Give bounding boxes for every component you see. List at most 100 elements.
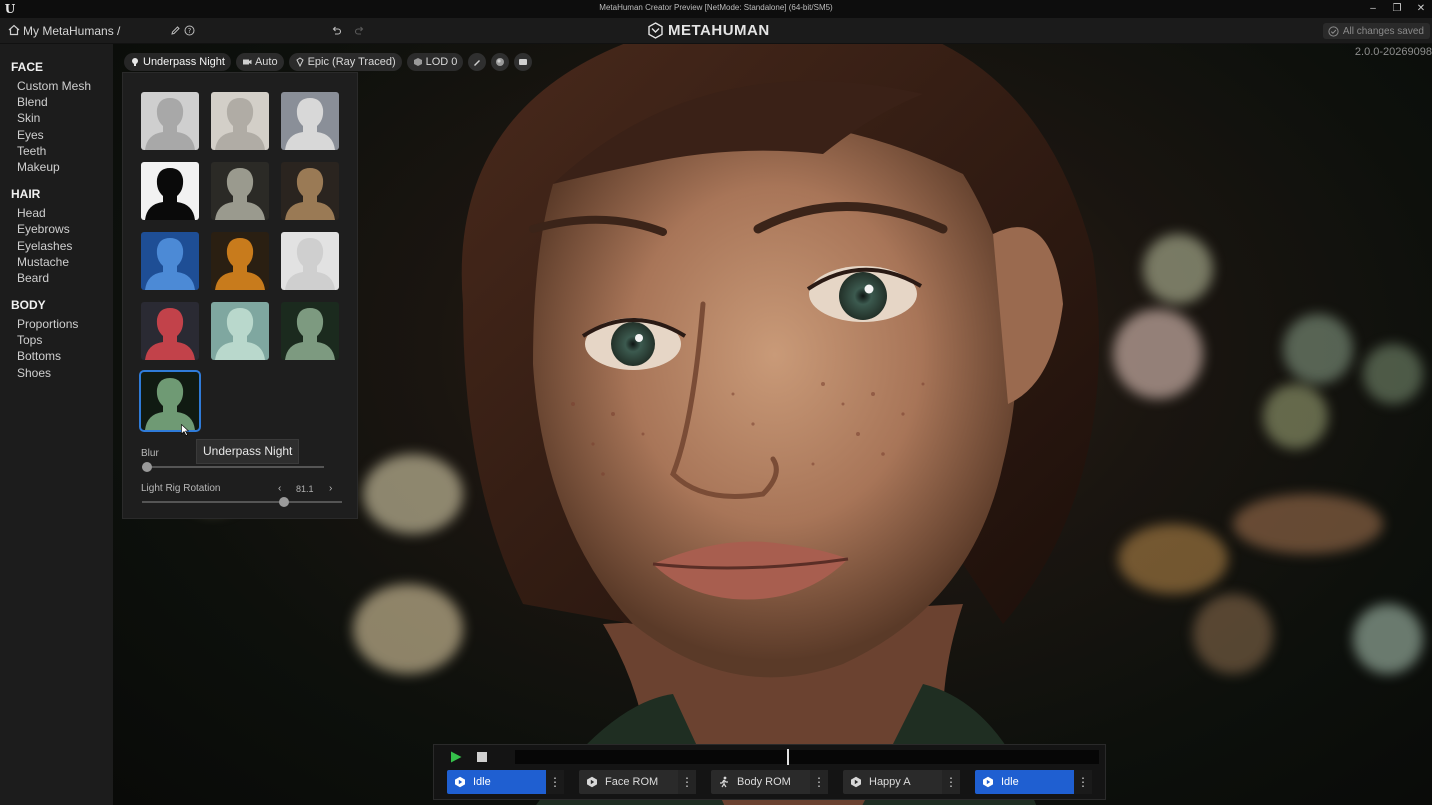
redo-icon[interactable] bbox=[354, 25, 365, 36]
viewport-toolbar: Underpass Night Auto Epic (Ray Traced) L… bbox=[124, 53, 533, 71]
sidebar-item-shoes[interactable]: Shoes bbox=[0, 365, 113, 381]
light-rig-dropdown[interactable]: Underpass Night bbox=[124, 53, 231, 71]
timeline-scrubber[interactable] bbox=[515, 750, 1099, 764]
quality-label: Epic (Ray Traced) bbox=[307, 56, 396, 68]
undo-icon[interactable] bbox=[331, 25, 342, 36]
sidebar-item-skin[interactable]: Skin bbox=[0, 110, 113, 126]
light-preset-thumbnail[interactable] bbox=[211, 162, 269, 220]
play-circle-icon bbox=[983, 776, 993, 788]
light-preset-thumbnail[interactable] bbox=[141, 302, 199, 360]
edit-pencil-icon[interactable] bbox=[170, 25, 181, 36]
head-silhouette-icon bbox=[281, 302, 339, 360]
animation-chip[interactable]: Body ROM ⋮ bbox=[711, 770, 828, 794]
sidebar-item-custom-mesh[interactable]: Custom Mesh bbox=[0, 78, 113, 94]
sidebar-item-eyebrows[interactable]: Eyebrows bbox=[0, 221, 113, 237]
more-options-icon[interactable]: ⋮ bbox=[546, 770, 564, 794]
more-options-icon[interactable]: ⋮ bbox=[1074, 770, 1092, 794]
rotation-slider-handle[interactable] bbox=[279, 497, 289, 507]
light-preset-thumbnail[interactable] bbox=[211, 232, 269, 290]
more-options-icon[interactable]: ⋮ bbox=[810, 770, 828, 794]
metahuman-logo: METAHUMAN bbox=[647, 22, 770, 39]
stop-button[interactable] bbox=[477, 752, 487, 762]
light-preset-thumbnail[interactable] bbox=[141, 232, 199, 290]
light-preset-thumbnail[interactable] bbox=[211, 302, 269, 360]
timeline-playhead[interactable] bbox=[786, 749, 789, 765]
metahuman-portrait[interactable] bbox=[403, 44, 1163, 805]
svg-text:?: ? bbox=[188, 27, 192, 35]
close-button[interactable]: ✕ bbox=[1414, 1, 1428, 16]
head-silhouette-icon bbox=[211, 232, 269, 290]
quality-dropdown[interactable]: Epic (Ray Traced) bbox=[288, 53, 402, 71]
sidebar-item-proportions[interactable]: Proportions bbox=[0, 316, 113, 332]
head-silhouette-icon bbox=[211, 92, 269, 150]
light-preset-thumbnail[interactable] bbox=[281, 232, 339, 290]
sidebar-item-bottoms[interactable]: Bottoms bbox=[0, 348, 113, 364]
play-button[interactable] bbox=[450, 751, 462, 763]
help-icon[interactable]: ? bbox=[184, 25, 195, 36]
sidebar-item-head[interactable]: Head bbox=[0, 205, 113, 221]
animation-chip-label: Idle bbox=[1001, 776, 1019, 788]
minimize-button[interactable]: – bbox=[1366, 1, 1380, 16]
save-status-text: All changes saved bbox=[1342, 25, 1424, 37]
animation-chip-label: Body ROM bbox=[737, 776, 791, 788]
lod-label: LOD 0 bbox=[425, 56, 458, 68]
head-silhouette-icon bbox=[141, 302, 199, 360]
preset-tooltip: Underpass Night bbox=[196, 439, 300, 464]
mouse-cursor-icon bbox=[181, 424, 189, 436]
light-preset-thumbnail[interactable] bbox=[211, 92, 269, 150]
running-figure-icon bbox=[720, 776, 728, 788]
rotation-decrement-button[interactable]: ‹ bbox=[278, 483, 281, 494]
blur-slider-handle[interactable] bbox=[142, 462, 152, 472]
breadcrumb[interactable]: My MetaHumans / bbox=[23, 24, 120, 38]
head-silhouette-icon bbox=[141, 232, 199, 290]
sidebar-item-makeup[interactable]: Makeup bbox=[0, 159, 113, 175]
animation-chip-label: Face ROM bbox=[605, 776, 659, 788]
sidebar-item-blend[interactable]: Blend bbox=[0, 94, 113, 110]
sidebar-item-tops[interactable]: Tops bbox=[0, 332, 113, 348]
head-silhouette-icon bbox=[141, 372, 199, 430]
camera-dropdown[interactable]: Auto bbox=[235, 53, 284, 71]
home-icon[interactable] bbox=[8, 24, 20, 36]
rotation-value[interactable]: 81.1 bbox=[296, 484, 314, 494]
light-preset-thumbnail[interactable] bbox=[281, 162, 339, 220]
animation-chip-label: Idle bbox=[473, 776, 491, 788]
light-preset-thumbnail[interactable] bbox=[141, 92, 199, 150]
brush-icon bbox=[474, 60, 481, 66]
lod-dropdown[interactable]: LOD 0 bbox=[406, 53, 464, 71]
animation-chip[interactable]: Idle ⋮ bbox=[447, 770, 564, 794]
light-preset-thumbnail[interactable] bbox=[139, 370, 201, 432]
sidebar-item-teeth[interactable]: Teeth bbox=[0, 143, 113, 159]
window-title: MetaHuman Creator Preview [NetMode: Stan… bbox=[599, 3, 833, 12]
sidebar-item-eyelashes[interactable]: Eyelashes bbox=[0, 238, 113, 254]
environment-button[interactable] bbox=[491, 53, 510, 71]
rotation-increment-button[interactable]: › bbox=[329, 483, 332, 494]
window-controls: – ❐ ✕ bbox=[1366, 1, 1428, 16]
sidebar-item-mustache[interactable]: Mustache bbox=[0, 254, 113, 270]
rotation-label: Light Rig Rotation bbox=[141, 483, 221, 494]
section-title-body: BODY bbox=[11, 298, 46, 313]
brush-tool-button[interactable] bbox=[468, 53, 487, 71]
camera-icon bbox=[242, 59, 252, 65]
section-title-hair: HAIR bbox=[11, 187, 41, 202]
light-preset-thumbnail[interactable] bbox=[141, 162, 199, 220]
maximize-button[interactable]: ❐ bbox=[1390, 1, 1404, 16]
light-preset-thumbnail[interactable] bbox=[281, 92, 339, 150]
sidebar-item-beard[interactable]: Beard bbox=[0, 270, 113, 286]
light-rig-label: Underpass Night bbox=[143, 56, 225, 68]
light-preset-thumbnail[interactable] bbox=[281, 302, 339, 360]
more-options-icon[interactable]: ⋮ bbox=[942, 770, 960, 794]
sidebar-item-eyes[interactable]: Eyes bbox=[0, 127, 113, 143]
blur-slider-track[interactable] bbox=[142, 466, 324, 468]
animation-chip[interactable]: Idle ⋮ bbox=[975, 770, 1092, 794]
head-silhouette-icon bbox=[281, 232, 339, 290]
screen-icon bbox=[519, 59, 528, 65]
rotation-slider-track[interactable] bbox=[142, 501, 342, 503]
animation-chip[interactable]: Face ROM ⋮ bbox=[579, 770, 696, 794]
animation-chip[interactable]: Happy A ⋮ bbox=[843, 770, 960, 794]
more-options-icon[interactable]: ⋮ bbox=[678, 770, 696, 794]
head-silhouette-icon bbox=[211, 162, 269, 220]
head-silhouette-icon bbox=[141, 92, 199, 150]
category-sidebar: FACE Custom Mesh Blend Skin Eyes Teeth M… bbox=[0, 44, 113, 805]
background-button[interactable] bbox=[514, 53, 533, 71]
logo-text: METAHUMAN bbox=[668, 22, 770, 39]
